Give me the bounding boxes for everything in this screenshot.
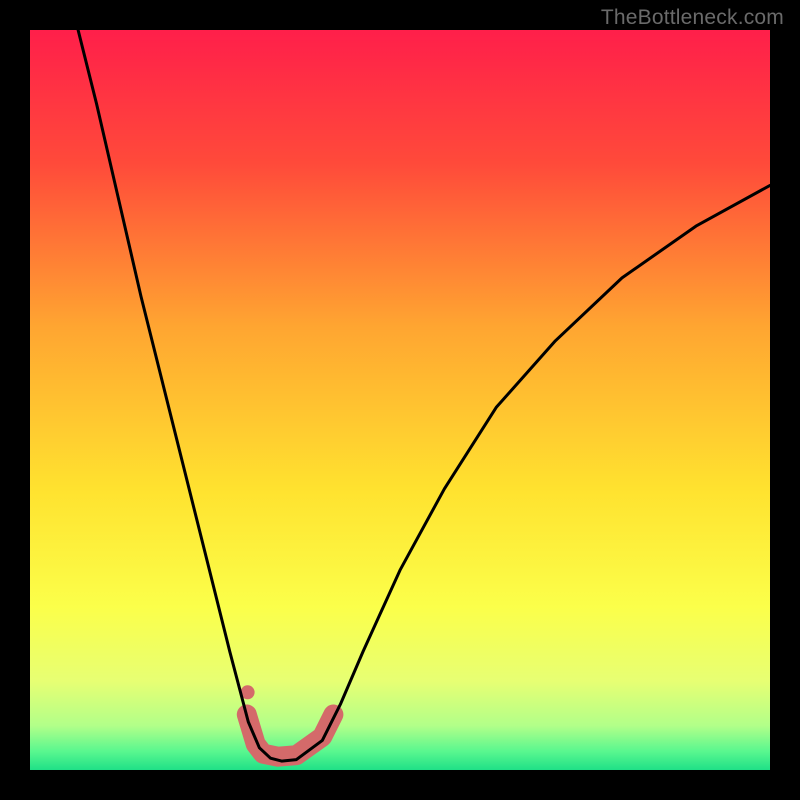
highlight-band xyxy=(247,715,334,757)
bottleneck-curve xyxy=(78,30,770,761)
plot-area xyxy=(30,30,770,770)
curve-layer xyxy=(30,30,770,770)
watermark-text: TheBottleneck.com xyxy=(601,6,784,30)
chart-frame: TheBottleneck.com xyxy=(0,0,800,800)
